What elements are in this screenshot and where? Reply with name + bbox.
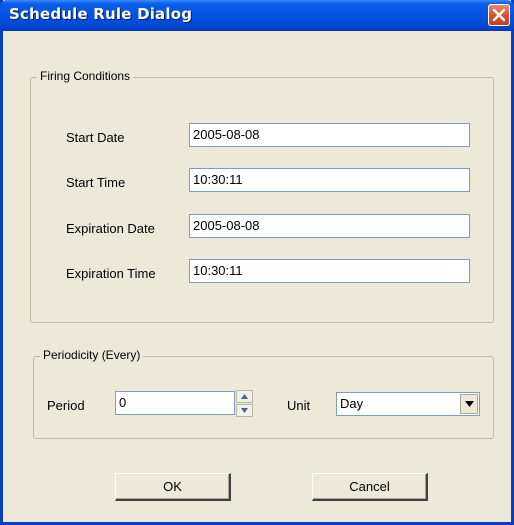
firing-conditions-group: Firing Conditions	[30, 69, 494, 323]
schedule-rule-dialog: Schedule Rule Dialog Firing Conditions S…	[0, 0, 514, 525]
unit-selected-value: Day	[340, 396, 364, 411]
firing-conditions-legend: Firing Conditions	[37, 69, 134, 83]
period-spinner	[236, 390, 253, 417]
title-bar[interactable]: Schedule Rule Dialog	[0, 0, 514, 31]
spin-up-button[interactable]	[236, 390, 253, 403]
expiration-date-field[interactable]: 2005-08-08	[189, 214, 470, 238]
period-field[interactable]: 0	[115, 391, 235, 415]
close-icon	[492, 8, 506, 22]
arrow-up-icon	[241, 394, 248, 399]
unit-select[interactable]: Day	[336, 392, 480, 416]
expiration-date-label: Expiration Date	[66, 221, 155, 236]
expiration-time-field[interactable]: 10:30:11	[189, 259, 470, 283]
cancel-button[interactable]: Cancel	[312, 473, 428, 501]
start-time-label: Start Time	[66, 175, 126, 190]
window-title: Schedule Rule Dialog	[9, 5, 193, 23]
start-time-field[interactable]: 10:30:11	[189, 168, 470, 192]
expiration-time-label: Expiration Time	[66, 266, 156, 281]
spin-down-button[interactable]	[236, 404, 253, 417]
unit-label: Unit	[287, 398, 311, 413]
chevron-down-icon	[465, 401, 474, 407]
arrow-down-icon	[241, 408, 248, 413]
period-label: Period	[47, 398, 85, 413]
start-date-field[interactable]: 2005-08-08	[189, 123, 470, 147]
periodicity-legend: Periodicity (Every)	[40, 348, 144, 362]
close-button[interactable]	[488, 4, 510, 26]
start-date-label: Start Date	[66, 130, 125, 145]
unit-dropdown-button[interactable]	[460, 394, 478, 414]
ok-button[interactable]: OK	[115, 473, 231, 501]
